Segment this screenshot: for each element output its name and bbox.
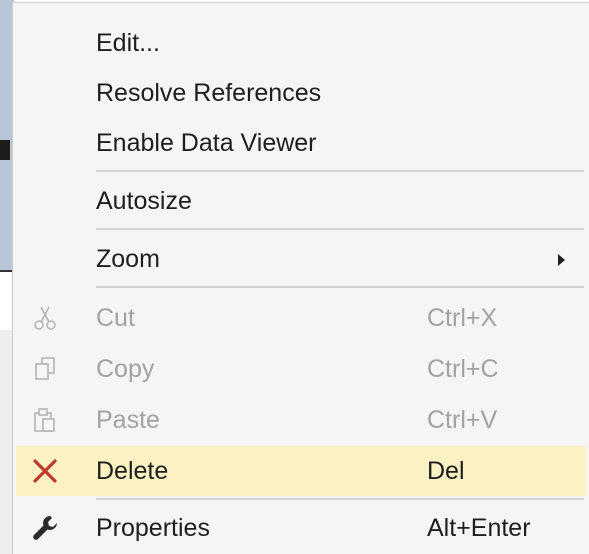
menu-item-label: Cut	[96, 304, 135, 332]
menu-item-cut[interactable]: Cut Ctrl+X	[16, 293, 586, 343]
wrench-icon	[33, 516, 57, 540]
menu-item-shortcut: Ctrl+V	[427, 406, 498, 434]
scissors-icon	[34, 306, 56, 330]
menu-item-label: Properties	[96, 514, 210, 542]
menu-item-label: Resolve References	[96, 79, 322, 107]
background-shape	[0, 140, 10, 160]
menu-item-shortcut: Ctrl+C	[427, 355, 499, 383]
menu-item-resolve-references[interactable]: Resolve References	[16, 68, 586, 118]
menu-item-shortcut: Ctrl+X	[427, 304, 498, 332]
menu-item-label: Zoom	[96, 245, 160, 273]
paste-icon	[34, 408, 55, 432]
menu-separator	[96, 498, 584, 500]
menu-separator	[96, 286, 584, 288]
menu-item-label: Enable Data Viewer	[96, 129, 317, 157]
menu-item-edit[interactable]: Edit...	[16, 18, 586, 68]
menu-item-label: Autosize	[96, 187, 192, 215]
menu-item-paste[interactable]: Paste Ctrl+V	[16, 395, 586, 445]
menu-item-copy[interactable]: Copy Ctrl+C	[16, 344, 586, 394]
delete-x-icon	[33, 459, 57, 483]
menu-item-delete[interactable]: Delete Del	[16, 446, 586, 496]
menu-item-label: Edit...	[96, 29, 160, 57]
menu-item-properties[interactable]: Properties Alt+Enter	[16, 503, 586, 553]
menu-item-autosize[interactable]: Autosize	[16, 176, 586, 226]
menu-item-enable-data-viewer[interactable]: Enable Data Viewer	[16, 118, 586, 168]
menu-item-label: Delete	[96, 457, 169, 485]
menu-separator	[96, 228, 584, 230]
menu-item-label: Copy	[96, 355, 155, 383]
menu-item-shortcut: Del	[427, 457, 465, 485]
menu-separator	[96, 170, 584, 172]
menu-item-label: Paste	[96, 406, 160, 434]
menu-item-zoom[interactable]: Zoom	[16, 234, 586, 284]
submenu-arrow-icon	[558, 254, 565, 266]
menu-item-shortcut: Alt+Enter	[427, 514, 531, 542]
copy-icon	[35, 357, 55, 380]
context-menu: Edit... Resolve References Enable Data V…	[12, 2, 589, 554]
